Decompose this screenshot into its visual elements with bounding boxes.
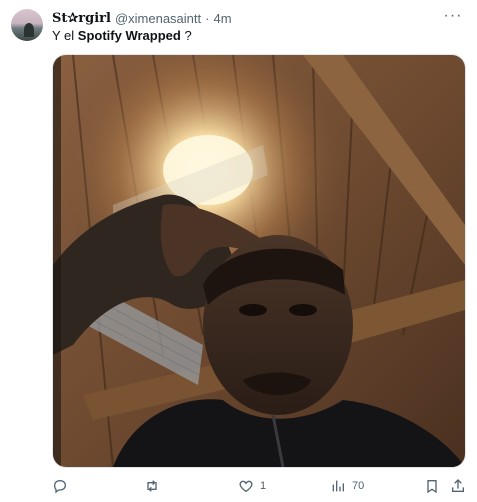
- avatar[interactable]: [11, 9, 43, 41]
- like-icon: [239, 480, 253, 493]
- share-icon: [452, 479, 464, 492]
- share-button[interactable]: [450, 476, 466, 496]
- reply-icon: [53, 479, 67, 494]
- more-icon[interactable]: ···: [443, 8, 463, 27]
- like-count: 1: [260, 480, 267, 492]
- views-count: 70: [352, 480, 365, 492]
- separator: ·: [205, 10, 210, 26]
- bookmark-button[interactable]: [424, 476, 440, 496]
- bookmark-icon: [427, 480, 437, 494]
- tweet-photo[interactable]: [52, 54, 466, 468]
- photo-image: [53, 55, 465, 467]
- tweet-text: Y el Spotify Wrapped ?: [52, 28, 192, 43]
- tweet[interactable]: St✰rgirl @ximenasaintt · 4m ··· Y el Spo…: [0, 0, 477, 502]
- tweet-text-bold: Spotify Wrapped: [77, 28, 181, 43]
- action-bar: 1 70: [52, 476, 470, 496]
- timestamp[interactable]: 4m: [213, 11, 231, 26]
- tweet-text-prefix: Y el: [52, 28, 78, 43]
- retweet-button[interactable]: [144, 476, 166, 496]
- reply-button[interactable]: [52, 476, 74, 496]
- views-icon: [332, 480, 344, 492]
- tweet-header: St✰rgirl @ximenasaintt · 4m ···: [52, 8, 463, 27]
- like-button[interactable]: 1: [238, 476, 266, 496]
- views-button[interactable]: 70: [330, 476, 364, 496]
- tweet-text-suffix: ?: [180, 28, 192, 43]
- display-name[interactable]: St✰rgirl: [52, 11, 111, 26]
- retweet-icon: [147, 480, 157, 492]
- user-handle[interactable]: @ximenasaintt: [115, 11, 201, 26]
